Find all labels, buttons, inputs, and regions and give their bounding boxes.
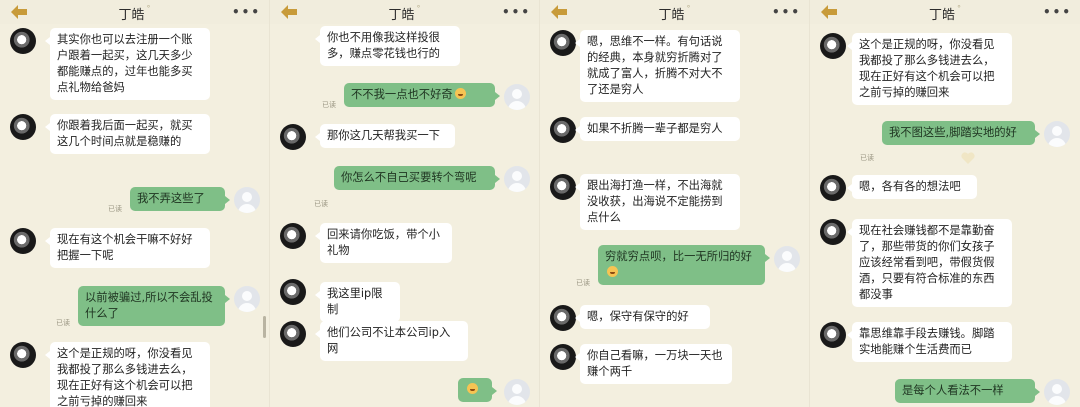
message-bubble-incoming[interactable]: 靠思维靠手段去赚钱。脚踏实地能赚个生活费而已	[847, 322, 1012, 362]
my-avatar[interactable]	[504, 166, 530, 192]
contact-name: 丁皓	[928, 8, 955, 23]
message-bubble-outgoing[interactable]: 是每个人看法不一样	[895, 379, 1040, 403]
heart-watermark-icon	[961, 152, 975, 164]
chat-title: 丁皓 °	[270, 4, 539, 23]
message-bubble-outgoing[interactable]: 你怎么不自己买要转个弯呢	[334, 166, 500, 190]
read-receipt: 已读	[576, 279, 590, 287]
top-bar: 丁皓 ° •••	[540, 0, 809, 24]
message-text: 穷就穷点呗，比一无所归的好	[605, 250, 752, 263]
message-bubble-incoming[interactable]: 你也不用像我这样投很多，赚点零花钱也行的	[315, 26, 460, 66]
status-dot: °	[146, 4, 151, 13]
contact-avatar[interactable]	[550, 305, 576, 331]
contact-avatar[interactable]	[10, 28, 36, 54]
read-receipt: 已读	[322, 101, 336, 109]
message-bubble-outgoing[interactable]: 我不弄这些了	[130, 187, 230, 211]
laughing-tears-icon	[467, 383, 478, 394]
contact-avatar[interactable]	[550, 117, 576, 143]
chat-panel-3: 丁皓 ° ••• 嗯，思维不一样。有句话说的经典，本身就穷折腾对了就成了富人，折腾…	[540, 0, 810, 407]
my-avatar[interactable]	[234, 286, 260, 312]
chat-title: 丁皓 °	[540, 4, 809, 23]
message-bubble-incoming[interactable]: 我这里ip限制	[315, 282, 400, 322]
contact-avatar[interactable]	[10, 228, 36, 254]
my-avatar[interactable]	[1044, 121, 1070, 147]
chat-panel-4: 丁皓 ° ••• 这个是正规的呀，你没看见我都投了那么多钱进去么，现在正好有这个机…	[810, 0, 1080, 407]
chat-title: 丁皓 °	[810, 4, 1080, 23]
my-avatar[interactable]	[234, 187, 260, 213]
my-avatar[interactable]	[504, 379, 530, 405]
message-bubble-outgoing[interactable]: 以前被骗过,所以不会乱投什么了	[78, 286, 230, 326]
message-bubble-incoming[interactable]: 其实你也可以去注册一个账户跟着一起买，这几天多少都能赚点的，过年也能多买点礼物给…	[45, 28, 210, 100]
message-bubble-outgoing[interactable]: 我不图这些,脚踏实地的好	[882, 121, 1040, 145]
scared-face-icon	[454, 88, 466, 99]
message-bubble-incoming[interactable]: 现在社会赚钱都不是靠勤奋了，那些带货的你们女孩子应该经常看到吧，带假货假酒，只要…	[847, 219, 1012, 307]
chat-panel-2: 丁皓 ° ••• 你也不用像我这样投很多，赚点零花钱也行的 已读 不不我一点也不好…	[270, 0, 540, 407]
my-avatar[interactable]	[1044, 379, 1070, 405]
contact-avatar[interactable]	[280, 223, 306, 249]
more-options-icon[interactable]: •••	[1043, 5, 1072, 19]
message-bubble-incoming[interactable]: 嗯，保守有保守的好	[575, 305, 710, 329]
contact-avatar[interactable]	[280, 279, 306, 305]
message-bubble-incoming[interactable]: 这个是正规的呀，你没看见我都投了那么多钱进去么，现在正好有这个机会可以把之前亏掉…	[45, 342, 210, 407]
message-bubble-outgoing[interactable]	[458, 378, 497, 402]
contact-avatar[interactable]	[550, 174, 576, 200]
message-bubble-incoming[interactable]: 你跟着我后面一起买，就买这几个时间点就是稳赚的	[45, 114, 210, 154]
more-options-icon[interactable]: •••	[232, 5, 261, 19]
contact-avatar[interactable]	[820, 322, 846, 348]
more-options-icon[interactable]: •••	[772, 5, 801, 19]
contact-avatar[interactable]	[550, 344, 576, 370]
contact-avatar[interactable]	[10, 114, 36, 140]
scrollbar[interactable]	[263, 316, 266, 338]
message-bubble-incoming[interactable]: 他们公司不让本公司ip入网	[315, 321, 468, 361]
chat-title: 丁皓 °	[0, 4, 269, 23]
screenshot-collage: 丁皓 ° ••• 其实你也可以去注册一个账户跟着一起买，这几天多少都能赚点的，过年…	[0, 0, 1080, 407]
message-bubble-incoming[interactable]: 现在有这个机会干嘛不好好把握一下呢	[45, 228, 210, 268]
status-dot: °	[686, 4, 691, 13]
message-bubble-incoming[interactable]: 回来请你吃饭，带个小礼物	[315, 223, 452, 263]
top-bar: 丁皓 ° •••	[270, 0, 539, 24]
message-bubble-incoming[interactable]: 嗯，思维不一样。有句话说的经典，本身就穷折腾对了就成了富人，折腾不对大不了还是穷…	[575, 30, 740, 102]
status-dot: °	[957, 4, 961, 13]
my-avatar[interactable]	[774, 246, 800, 272]
contact-avatar[interactable]	[550, 30, 576, 56]
contact-avatar[interactable]	[820, 219, 846, 245]
message-bubble-incoming[interactable]: 跟出海打渔一样，不出海就没收获，出海说不定能捞到点什么	[575, 174, 740, 230]
message-bubble-incoming[interactable]: 嗯，各有各的想法吧	[847, 175, 977, 199]
top-bar: 丁皓 ° •••	[0, 0, 269, 24]
read-receipt: 已读	[108, 205, 122, 213]
laughing-tears-icon	[607, 266, 618, 277]
contact-avatar[interactable]	[10, 342, 36, 368]
read-receipt: 已读	[56, 319, 70, 327]
message-bubble-incoming[interactable]: 这个是正规的呀，你没看见我都投了那么多钱进去么，现在正好有这个机会可以把之前亏掉…	[847, 33, 1012, 105]
contact-name: 丁皓	[388, 8, 415, 23]
contact-avatar[interactable]	[820, 33, 846, 59]
my-avatar[interactable]	[504, 84, 530, 110]
contact-name: 丁皓	[658, 8, 685, 23]
contact-avatar[interactable]	[280, 321, 306, 347]
read-receipt: 已读	[314, 200, 328, 208]
read-receipt: 已读	[860, 154, 874, 162]
contact-avatar[interactable]	[820, 175, 846, 201]
message-bubble-outgoing[interactable]: 穷就穷点呗，比一无所归的好	[598, 245, 770, 285]
status-dot: °	[416, 4, 421, 13]
message-bubble-outgoing[interactable]: 不不我一点也不好奇	[344, 83, 500, 107]
message-bubble-incoming[interactable]: 如果不折腾一辈子都是穷人	[575, 117, 740, 141]
message-bubble-incoming[interactable]: 那你这几天帮我买一下	[315, 124, 455, 148]
chat-panel-1: 丁皓 ° ••• 其实你也可以去注册一个账户跟着一起买，这几天多少都能赚点的，过年…	[0, 0, 270, 407]
more-options-icon[interactable]: •••	[502, 5, 531, 19]
contact-avatar[interactable]	[280, 124, 306, 150]
message-text: 不不我一点也不好奇	[351, 88, 453, 101]
contact-name: 丁皓	[118, 8, 145, 23]
message-bubble-incoming[interactable]: 你自己看嘛，一万块一天也赚个两千	[575, 344, 732, 384]
top-bar: 丁皓 ° •••	[810, 0, 1080, 24]
